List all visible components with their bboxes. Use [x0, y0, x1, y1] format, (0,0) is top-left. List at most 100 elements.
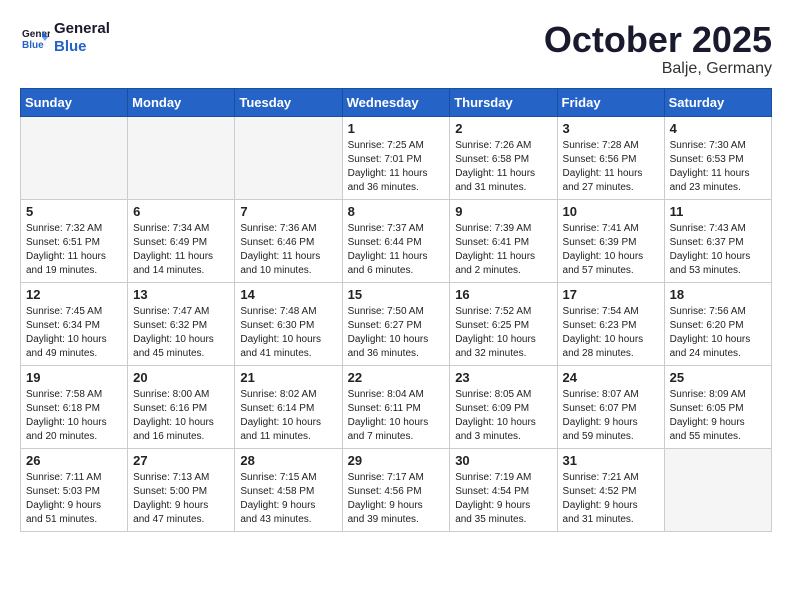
- calendar-cell: 8Sunrise: 7:37 AM Sunset: 6:44 PM Daylig…: [342, 199, 450, 282]
- calendar-cell: 16 Sunrise: 7:52 AM Sunset: 6:25 PM Dayli…: [450, 282, 557, 365]
- day-number: 13: [133, 287, 229, 302]
- logo-icon: General Blue: [20, 23, 50, 53]
- day-number: 5: [26, 204, 122, 219]
- day-info: Sunrise: 7:28 AM Sunset: 6:56 PM Dayligh…: [563, 139, 659, 195]
- day-number: 4: [670, 121, 766, 136]
- calendar-week-3: 12 Sunrise: 7:45 AM Sunset: 6:34 PM Dayli…: [21, 282, 772, 365]
- day-info: Sunrise: 7:17 AM Sunset: 4:56 PM Dayligh…: [348, 471, 445, 527]
- calendar-cell: 7Sunrise: 7:36 AM Sunset: 6:46 PM Daylig…: [235, 199, 342, 282]
- calendar-cell: [128, 116, 235, 199]
- title-block: October 2025 Balje, Germany: [544, 20, 772, 78]
- calendar-week-1: 1 Sunrise: 7:25 AM Sunset: 7:01 PM Daylig…: [21, 116, 772, 199]
- day-info: Sunrise: 8:02 AM Sunset: 6:14 PM Dayligh…: [240, 388, 336, 444]
- day-info: Sunrise: 8:07 AM Sunset: 6:07 PM Dayligh…: [563, 388, 659, 444]
- logo-text: General Blue: [54, 20, 110, 56]
- weekday-header-tuesday: Tuesday: [235, 88, 342, 116]
- day-number: 12: [26, 287, 122, 302]
- weekday-header-monday: Monday: [128, 88, 235, 116]
- day-info: Sunrise: 7:13 AM Sunset: 5:00 PM Dayligh…: [133, 471, 229, 527]
- day-info: Sunrise: 7:58 AM Sunset: 6:18 PM Dayligh…: [26, 388, 122, 444]
- day-info: Sunrise: 7:32 AM Sunset: 6:51 PM Dayligh…: [26, 222, 122, 278]
- calendar-cell: 30 Sunrise: 7:19 AM Sunset: 4:54 PM Dayli…: [450, 448, 557, 531]
- svg-text:Blue: Blue: [22, 40, 44, 51]
- logo: General Blue General Blue: [20, 20, 110, 56]
- day-number: 29: [348, 453, 445, 468]
- day-info: Sunrise: 7:48 AM Sunset: 6:30 PM Dayligh…: [240, 305, 336, 361]
- day-info: Sunrise: 8:04 AM Sunset: 6:11 PM Dayligh…: [348, 388, 445, 444]
- calendar-cell: 29 Sunrise: 7:17 AM Sunset: 4:56 PM Dayli…: [342, 448, 450, 531]
- day-number: 10: [563, 204, 659, 219]
- day-number: 26: [26, 453, 122, 468]
- calendar-week-4: 19Sunrise: 7:58 AM Sunset: 6:18 PM Dayli…: [21, 365, 772, 448]
- day-info: Sunrise: 8:05 AM Sunset: 6:09 PM Dayligh…: [455, 388, 551, 444]
- calendar-cell: 2Sunrise: 7:26 AM Sunset: 6:58 PM Daylig…: [450, 116, 557, 199]
- day-number: 8: [348, 204, 445, 219]
- calendar-table: SundayMondayTuesdayWednesdayThursdayFrid…: [20, 88, 772, 532]
- day-number: 3: [563, 121, 659, 136]
- calendar-cell: 24 Sunrise: 8:07 AM Sunset: 6:07 PM Dayli…: [557, 365, 664, 448]
- day-number: 6: [133, 204, 229, 219]
- day-number: 24: [563, 370, 659, 385]
- day-number: 20: [133, 370, 229, 385]
- day-number: 22: [348, 370, 445, 385]
- day-number: 1: [348, 121, 445, 136]
- calendar-cell: 21 Sunrise: 8:02 AM Sunset: 6:14 PM Dayli…: [235, 365, 342, 448]
- calendar-cell: [21, 116, 128, 199]
- calendar-cell: 6 Sunrise: 7:34 AM Sunset: 6:49 PM Daylig…: [128, 199, 235, 282]
- day-info: Sunrise: 7:19 AM Sunset: 4:54 PM Dayligh…: [455, 471, 551, 527]
- calendar-cell: 4 Sunrise: 7:30 AM Sunset: 6:53 PM Daylig…: [664, 116, 771, 199]
- calendar-cell: 28Sunrise: 7:15 AM Sunset: 4:58 PM Dayli…: [235, 448, 342, 531]
- day-info: Sunrise: 8:09 AM Sunset: 6:05 PM Dayligh…: [670, 388, 766, 444]
- weekday-header-saturday: Saturday: [664, 88, 771, 116]
- day-number: 16: [455, 287, 551, 302]
- calendar-cell: 19Sunrise: 7:58 AM Sunset: 6:18 PM Dayli…: [21, 365, 128, 448]
- day-info: Sunrise: 7:25 AM Sunset: 7:01 PM Dayligh…: [348, 139, 445, 195]
- page-header: General Blue General Blue October 2025 B…: [20, 20, 772, 78]
- day-number: 25: [670, 370, 766, 385]
- calendar-cell: [235, 116, 342, 199]
- calendar-cell: 31Sunrise: 7:21 AM Sunset: 4:52 PM Dayli…: [557, 448, 664, 531]
- calendar-cell: 5 Sunrise: 7:32 AM Sunset: 6:51 PM Daylig…: [21, 199, 128, 282]
- calendar-cell: 11 Sunrise: 7:43 AM Sunset: 6:37 PM Dayli…: [664, 199, 771, 282]
- day-number: 21: [240, 370, 336, 385]
- day-number: 30: [455, 453, 551, 468]
- day-info: Sunrise: 8:00 AM Sunset: 6:16 PM Dayligh…: [133, 388, 229, 444]
- day-info: Sunrise: 7:11 AM Sunset: 5:03 PM Dayligh…: [26, 471, 122, 527]
- day-info: Sunrise: 7:47 AM Sunset: 6:32 PM Dayligh…: [133, 305, 229, 361]
- day-number: 14: [240, 287, 336, 302]
- calendar-cell: 13 Sunrise: 7:47 AM Sunset: 6:32 PM Dayli…: [128, 282, 235, 365]
- calendar-cell: 18Sunrise: 7:56 AM Sunset: 6:20 PM Dayli…: [664, 282, 771, 365]
- calendar-cell: 3 Sunrise: 7:28 AM Sunset: 6:56 PM Daylig…: [557, 116, 664, 199]
- calendar-cell: 27Sunrise: 7:13 AM Sunset: 5:00 PM Dayli…: [128, 448, 235, 531]
- day-info: Sunrise: 7:21 AM Sunset: 4:52 PM Dayligh…: [563, 471, 659, 527]
- day-number: 9: [455, 204, 551, 219]
- day-number: 28: [240, 453, 336, 468]
- calendar-cell: 25 Sunrise: 8:09 AM Sunset: 6:05 PM Dayli…: [664, 365, 771, 448]
- day-info: Sunrise: 7:45 AM Sunset: 6:34 PM Dayligh…: [26, 305, 122, 361]
- calendar-cell: 20 Sunrise: 8:00 AM Sunset: 6:16 PM Dayli…: [128, 365, 235, 448]
- weekday-header-friday: Friday: [557, 88, 664, 116]
- day-info: Sunrise: 7:52 AM Sunset: 6:25 PM Dayligh…: [455, 305, 551, 361]
- day-info: Sunrise: 7:56 AM Sunset: 6:20 PM Dayligh…: [670, 305, 766, 361]
- day-number: 11: [670, 204, 766, 219]
- calendar-cell: 15 Sunrise: 7:50 AM Sunset: 6:27 PM Dayli…: [342, 282, 450, 365]
- day-number: 17: [563, 287, 659, 302]
- calendar-cell: [664, 448, 771, 531]
- weekday-header-wednesday: Wednesday: [342, 88, 450, 116]
- weekday-header-row: SundayMondayTuesdayWednesdayThursdayFrid…: [21, 88, 772, 116]
- day-info: Sunrise: 7:41 AM Sunset: 6:39 PM Dayligh…: [563, 222, 659, 278]
- day-info: Sunrise: 7:34 AM Sunset: 6:49 PM Dayligh…: [133, 222, 229, 278]
- calendar-cell: 12 Sunrise: 7:45 AM Sunset: 6:34 PM Dayli…: [21, 282, 128, 365]
- calendar-cell: 14 Sunrise: 7:48 AM Sunset: 6:30 PM Dayli…: [235, 282, 342, 365]
- weekday-header-thursday: Thursday: [450, 88, 557, 116]
- day-number: 15: [348, 287, 445, 302]
- day-number: 7: [240, 204, 336, 219]
- day-info: Sunrise: 7:43 AM Sunset: 6:37 PM Dayligh…: [670, 222, 766, 278]
- day-info: Sunrise: 7:30 AM Sunset: 6:53 PM Dayligh…: [670, 139, 766, 195]
- day-number: 2: [455, 121, 551, 136]
- calendar-cell: 26 Sunrise: 7:11 AM Sunset: 5:03 PM Dayli…: [21, 448, 128, 531]
- calendar-week-2: 5 Sunrise: 7:32 AM Sunset: 6:51 PM Daylig…: [21, 199, 772, 282]
- day-info: Sunrise: 7:50 AM Sunset: 6:27 PM Dayligh…: [348, 305, 445, 361]
- calendar-week-5: 26 Sunrise: 7:11 AM Sunset: 5:03 PM Dayli…: [21, 448, 772, 531]
- calendar-cell: 22 Sunrise: 8:04 AM Sunset: 6:11 PM Dayli…: [342, 365, 450, 448]
